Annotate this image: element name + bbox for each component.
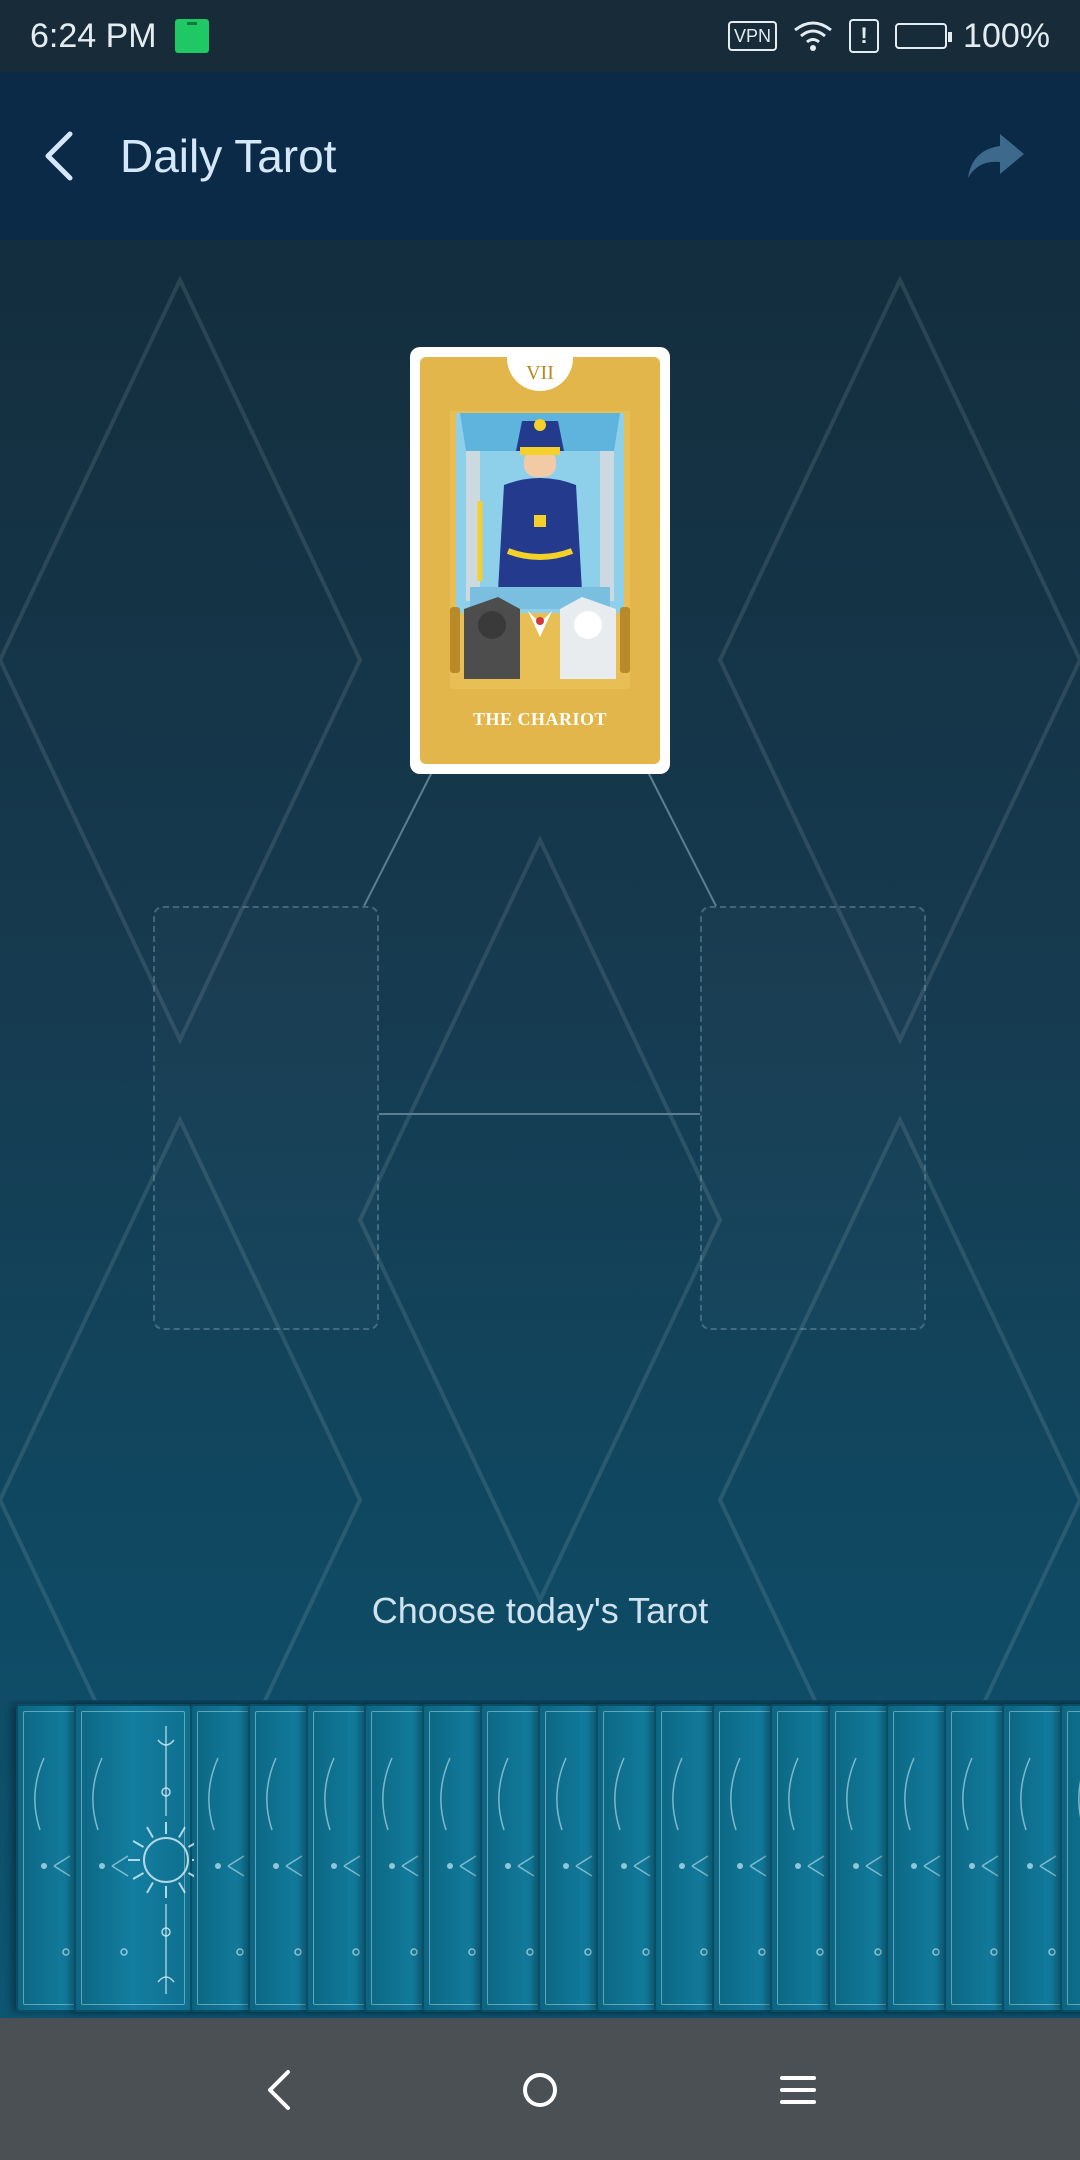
status-bar: 6:24 PM VPN ! 100% (0, 0, 1080, 72)
deck-card[interactable] (1060, 1704, 1080, 2012)
choose-tarot-prompt: Choose today's Tarot (371, 1590, 709, 1631)
nav-back-button[interactable] (250, 2058, 314, 2122)
tarot-card-chariot[interactable]: VII THE CHARIOT (410, 347, 670, 774)
notification-app-icon (174, 19, 209, 53)
card-numeral: VII (507, 357, 573, 391)
app-toolbar: Daily Tarot (0, 72, 1080, 240)
card-name: THE CHARIOT (472, 709, 608, 729)
back-button[interactable] (38, 126, 88, 186)
empty-card-slot-right (700, 906, 926, 1330)
battery-percent: 100% (963, 16, 1050, 55)
page-title: Daily Tarot (120, 130, 337, 182)
wifi-icon (794, 21, 832, 51)
card-face: VII THE CHARIOT (420, 357, 660, 764)
alert-icon: ! (849, 19, 880, 53)
vpn-icon: VPN (728, 21, 778, 51)
nav-back-icon (268, 2070, 290, 2110)
back-arrow-icon (45, 131, 73, 181)
share-icon (968, 134, 1024, 178)
empty-card-slot-left (153, 906, 379, 1330)
tarot-deck (0, 1700, 1080, 2018)
share-button[interactable] (964, 128, 1028, 184)
system-nav-bar (0, 2018, 1080, 2160)
chariot-illustration (450, 411, 630, 689)
nav-home-icon (523, 2073, 557, 2107)
status-indicators: VPN ! 100% (728, 17, 1050, 56)
nav-home-button[interactable] (508, 2058, 572, 2122)
status-time: 6:24 PM (30, 16, 157, 55)
deck-card[interactable] (74, 1704, 194, 2012)
nav-menu-icon (780, 2076, 816, 2104)
nav-menu-button[interactable] (766, 2058, 830, 2122)
battery-icon (895, 23, 953, 49)
